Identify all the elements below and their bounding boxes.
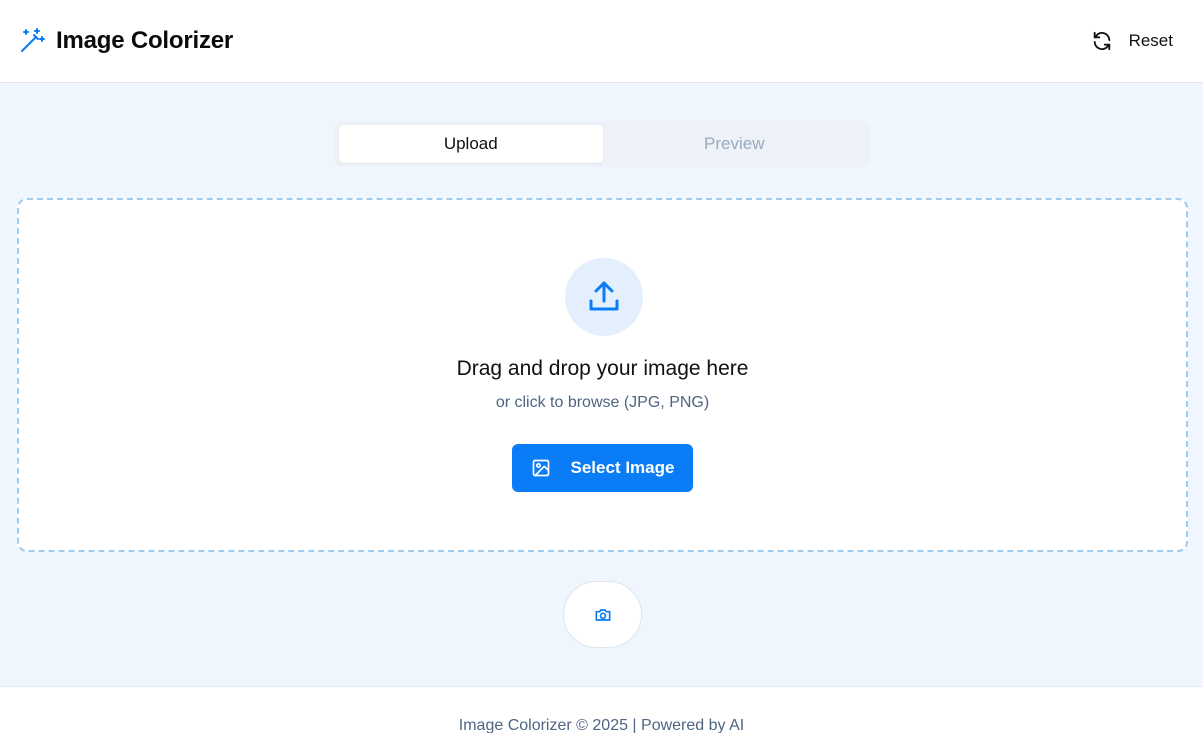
reset-label: Reset [1128, 31, 1173, 50]
camera-button[interactable] [563, 581, 642, 648]
tab-upload[interactable]: Upload [339, 125, 603, 163]
refresh-icon [1091, 30, 1113, 52]
image-icon [531, 458, 551, 478]
image-dropzone[interactable]: Drag and drop your image here or click t… [17, 198, 1188, 552]
upload-icon-circle [565, 258, 643, 336]
tab-preview[interactable]: Preview [603, 125, 867, 163]
tab-bar: Upload Preview [335, 121, 870, 167]
upload-icon [586, 279, 622, 315]
dropzone-title: Drag and drop your image here [456, 357, 749, 380]
app-footer: Image Colorizer © 2025 | Powered by AI [0, 686, 1203, 733]
select-image-button[interactable]: Select Image [512, 444, 693, 492]
app-title: Image Colorizer [56, 27, 234, 54]
reset-button[interactable]: Reset [1079, 24, 1185, 58]
camera-icon [593, 605, 613, 625]
app-header: Image Colorizer Reset [0, 0, 1203, 83]
magic-wand-icon [18, 27, 46, 55]
brand: Image Colorizer [18, 27, 233, 55]
footer-text: Image Colorizer © 2025 | Powered by AI [458, 717, 745, 733]
select-image-label: Select Image [570, 458, 675, 477]
dropzone-subtitle: or click to browse (JPG, PNG) [495, 394, 710, 411]
